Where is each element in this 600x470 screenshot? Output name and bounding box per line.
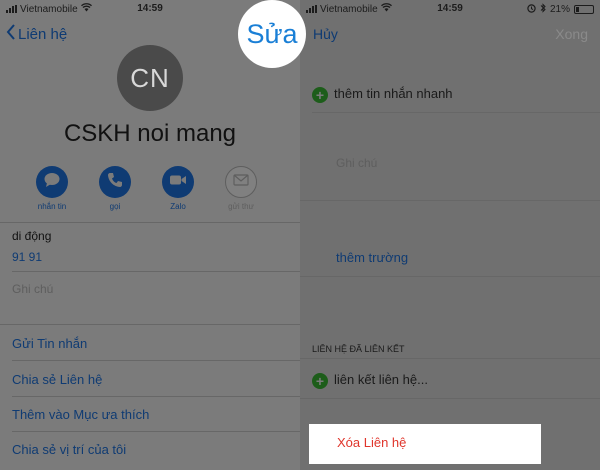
divider bbox=[0, 222, 300, 223]
send-message-item[interactable]: Gửi Tin nhắn bbox=[12, 336, 87, 351]
battery-percent: 21% bbox=[549, 4, 570, 15]
contact-actions: nhắn tin gọi Zalo gửi thư bbox=[34, 166, 259, 211]
add-circle-icon: + bbox=[312, 372, 328, 389]
divider bbox=[0, 324, 300, 325]
share-location-item[interactable]: Chia sẻ vị trí của tôi bbox=[12, 442, 126, 457]
cancel-button[interactable]: Hủy bbox=[313, 26, 338, 42]
divider bbox=[300, 398, 600, 399]
back-to-contacts-button[interactable]: Liên hệ bbox=[6, 24, 67, 44]
notes-field[interactable]: Ghi chú bbox=[336, 156, 377, 170]
contact-detail-pane: Vietnamobile 14:59 Liên hệ CN CSKH noi m… bbox=[0, 0, 300, 470]
divider bbox=[12, 431, 300, 432]
zalo-action-label: Zalo bbox=[170, 202, 186, 211]
add-field-button[interactable]: thêm trường bbox=[336, 250, 408, 265]
phone-label: di động bbox=[12, 229, 52, 243]
link-contact-row[interactable]: + liên kết liên hệ... bbox=[312, 372, 428, 389]
mail-action-button: gửi thư bbox=[223, 166, 259, 211]
delete-contact-button[interactable]: Xóa Liên hệ bbox=[309, 424, 541, 464]
status-bar: Vietnamobile 14:59 21% bbox=[300, 0, 600, 18]
video-icon bbox=[169, 173, 187, 191]
edit-button[interactable]: Sửa bbox=[238, 0, 306, 68]
zalo-action-button[interactable]: Zalo bbox=[160, 166, 196, 211]
back-label: Liên hệ bbox=[18, 25, 68, 43]
battery-icon bbox=[574, 5, 594, 14]
divider bbox=[300, 276, 600, 277]
divider bbox=[12, 360, 300, 361]
message-icon bbox=[43, 172, 61, 193]
call-action-button[interactable]: gọi bbox=[97, 166, 133, 211]
divider bbox=[300, 200, 600, 201]
add-circle-icon: + bbox=[312, 86, 328, 103]
phone-number-link[interactable]: 91 91 bbox=[12, 250, 42, 264]
alarm-icon bbox=[527, 3, 536, 16]
divider bbox=[12, 396, 300, 397]
mail-icon bbox=[233, 173, 249, 191]
contact-name: CSKH noi mang bbox=[63, 120, 237, 147]
delete-contact-label: Xóa Liên hệ bbox=[337, 435, 407, 450]
notes-label[interactable]: Ghi chú bbox=[12, 282, 53, 296]
message-action-label: nhắn tin bbox=[37, 202, 67, 211]
chevron-left-icon bbox=[6, 24, 16, 44]
done-button[interactable]: Xong bbox=[555, 26, 588, 42]
call-action-label: gọi bbox=[109, 202, 121, 211]
add-to-favorites-item[interactable]: Thêm vào Mục ưa thích bbox=[12, 407, 149, 422]
add-quick-message-row[interactable]: + thêm tin nhắn nhanh bbox=[312, 86, 453, 103]
divider bbox=[300, 358, 600, 359]
phone-icon bbox=[107, 172, 123, 193]
contact-avatar: CN bbox=[117, 45, 183, 111]
linked-contacts-header: LIÊN HỆ ĐÃ LIÊN KẾT bbox=[312, 344, 405, 354]
add-quick-message-label: thêm tin nhắn nhanh bbox=[334, 86, 453, 101]
share-contact-item[interactable]: Chia sẻ Liên hệ bbox=[12, 372, 102, 387]
link-contact-label: liên kết liên hệ... bbox=[334, 372, 428, 387]
contact-edit-pane: Vietnamobile 14:59 21% Hủy Xong + thêm ti… bbox=[300, 0, 600, 470]
divider bbox=[12, 271, 300, 272]
bluetooth-icon bbox=[540, 3, 546, 16]
mail-action-label: gửi thư bbox=[228, 202, 254, 211]
message-action-button[interactable]: nhắn tin bbox=[34, 166, 70, 211]
divider bbox=[312, 112, 600, 113]
